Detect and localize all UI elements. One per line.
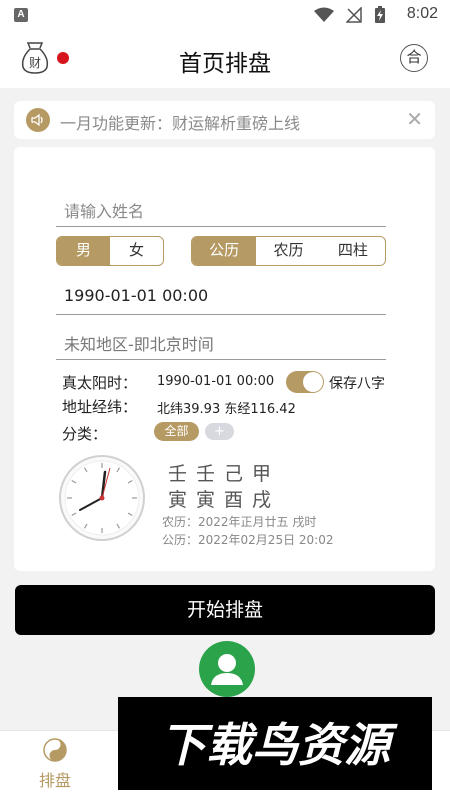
hehun-button[interactable]: 合 [400,44,428,72]
tab-paipan[interactable]: 排盘 [20,737,90,797]
signal-off-icon [346,7,362,23]
true-solar-label: 真太阳时： [62,374,138,392]
battery-charging-icon [375,6,385,23]
category-tag-all[interactable]: 全部 [154,422,199,441]
solar-date: 公历：2022年02月25日 20:02 [162,533,334,547]
user-avatar-icon[interactable] [199,641,255,697]
chart-form-card: 请输入姓名 男 女 公历 农历 四柱 1990-01-01 00:00 未知地区… [14,147,435,571]
calendar-option-solar[interactable]: 公历 [192,237,257,265]
name-input[interactable]: 请输入姓名 [56,191,386,227]
gender-selector: 男 女 [56,236,164,266]
location-label: 地址经纬： [62,398,138,416]
bazi-stems: 壬壬己甲 [168,463,281,485]
announcement-text: 一月功能更新：财运解析重磅上线 [60,114,301,133]
status-icons [314,6,386,24]
calendar-option-sizhu[interactable]: 四柱 [321,237,385,265]
status-bar: A 8:02 [0,0,450,30]
app-notification-icon: A [14,8,28,22]
gender-option-male[interactable]: 男 [57,237,110,265]
calendar-selector: 公历 农历 四柱 [191,236,386,266]
true-solar-value: 1990-01-01 00:00 [157,374,275,389]
tab-paipan-label: 排盘 [38,771,71,790]
clock-icon [58,454,146,542]
speaker-icon [26,108,50,132]
toggle-knob [303,372,323,392]
close-icon[interactable]: ✕ [406,109,423,129]
calendar-option-lunar[interactable]: 农历 [256,237,320,265]
lunar-date: 农历：2022年正月廿五 戌时 [162,515,317,529]
gender-option-female[interactable]: 女 [110,237,163,265]
watermark-logo: 下载鸟资源 [118,697,432,790]
status-time: 8:02 [406,5,438,22]
region-input[interactable]: 未知地区-即北京时间 [56,324,386,360]
app-header: 财 首页排盘 合 [0,30,450,88]
location-value: 北纬39.93 东经116.42 [157,402,296,417]
page-title: 首页排盘 [179,51,271,77]
bazi-branches: 寅寅酉戌 [168,489,281,511]
save-bazi-toggle[interactable] [286,371,324,393]
announcement-bar[interactable]: 一月功能更新：财运解析重磅上线 ✕ [14,101,435,139]
save-bazi-label: 保存八字 [329,376,385,392]
birth-datetime-input[interactable]: 1990-01-01 00:00 [56,279,386,315]
wifi-icon [314,7,334,22]
yin-yang-icon [42,737,68,763]
category-label: 分类： [62,425,108,443]
svg-text:下载鸟资源: 下载鸟资源 [160,718,398,772]
start-chart-button[interactable]: 开始排盘 [15,585,435,635]
category-add-button[interactable]: + [205,423,234,440]
